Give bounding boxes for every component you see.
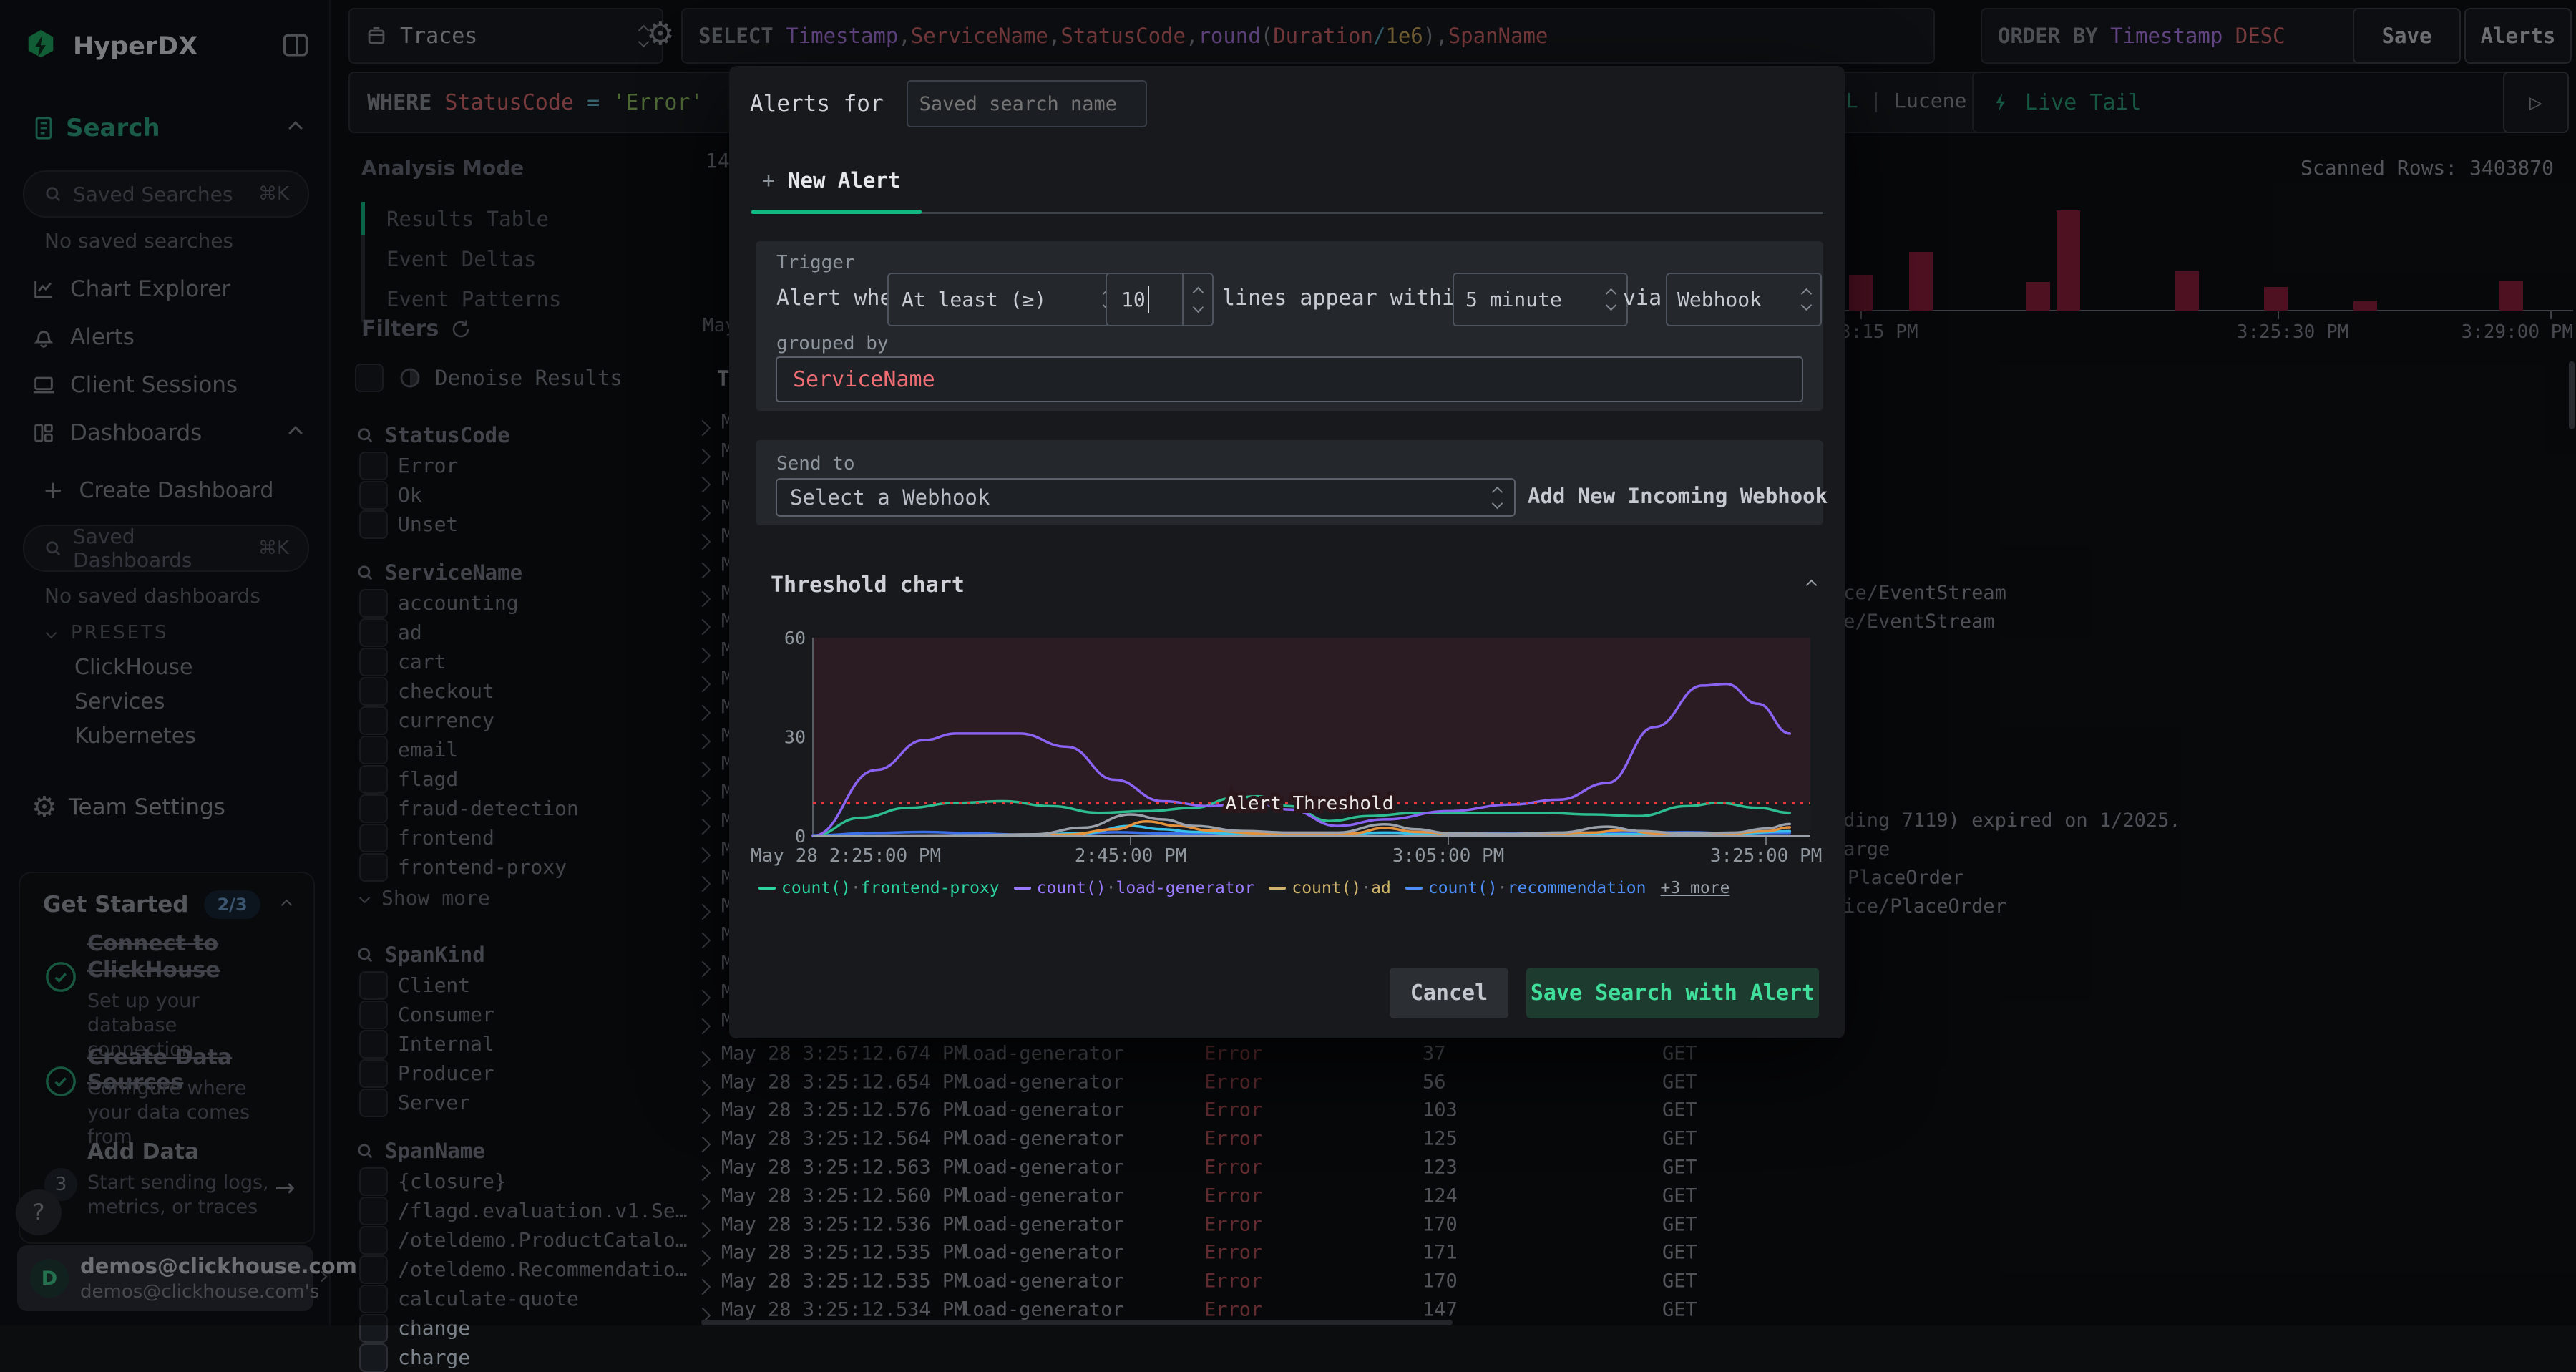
threshold-chart: 0 30 60 May 28 2:25:00 PM 2:45:00 PM 3:05:00 …	[744, 624, 1832, 875]
chevron-updown-icon	[1607, 290, 1615, 309]
svg-text:0: 0	[795, 826, 806, 847]
trigger-panel: Trigger Alert when At least (≥) 10 lines…	[756, 241, 1823, 411]
count-value: 10	[1121, 288, 1146, 311]
lines-within-label: lines appear within	[1222, 273, 1468, 323]
modal-title: Alerts for	[750, 91, 884, 117]
svg-text:3:25:00 PM: 3:25:00 PM	[1710, 845, 1823, 867]
svg-text:Alert Threshold: Alert Threshold	[1226, 793, 1394, 814]
chart-legend: count() · frontend-proxy count() · load-…	[758, 879, 1818, 897]
channel-value: Webhook	[1677, 288, 1762, 311]
svg-text:30: 30	[784, 727, 806, 748]
alert-modal: Alerts for + New Alert Trigger Alert whe…	[729, 66, 1845, 1038]
webhook-select[interactable]: Select a Webhook	[776, 478, 1516, 517]
alert-when-label: Alert when	[776, 273, 906, 323]
tab-label: New Alert	[788, 168, 900, 193]
save-search-with-alert-button[interactable]: Save Search with Alert	[1526, 968, 1819, 1018]
condition-select[interactable]: At least (≥)	[887, 273, 1126, 326]
via-label: via	[1623, 273, 1662, 323]
tab-new-alert[interactable]: + New Alert	[762, 165, 900, 196]
legend-swatch	[1269, 887, 1286, 890]
legend-item[interactable]: count() · frontend-proxy	[758, 879, 1000, 897]
number-spinner[interactable]	[1182, 274, 1212, 325]
cancel-button[interactable]: Cancel	[1390, 968, 1508, 1018]
text-cursor	[1148, 286, 1149, 313]
chevron-updown-icon	[1802, 290, 1810, 309]
grouped-by-input[interactable]: ServiceName	[776, 356, 1803, 402]
collapse-chart-icon[interactable]	[1806, 580, 1818, 591]
legend-swatch	[1014, 887, 1031, 890]
chevron-updown-icon	[1493, 488, 1501, 507]
legend-swatch	[1405, 887, 1423, 890]
legend-swatch	[758, 887, 776, 890]
send-to-panel: Send to Select a Webhook Add New Incomin…	[756, 440, 1823, 525]
svg-text:60: 60	[784, 628, 806, 648]
condition-value: At least (≥)	[902, 288, 1046, 311]
trigger-label: Trigger	[776, 252, 855, 273]
legend-more-link[interactable]: +3 more	[1661, 879, 1730, 897]
webhook-placeholder: Select a Webhook	[790, 485, 990, 510]
saved-search-name-input[interactable]	[907, 80, 1147, 127]
legend-item[interactable]: count() · ad	[1269, 879, 1391, 897]
add-webhook-button[interactable]: Add New Incoming Webhook	[1528, 478, 1828, 514]
legend-item[interactable]: count() · recommendation	[1405, 879, 1646, 897]
threshold-chart-title: Threshold chart	[771, 573, 965, 598]
spinner-down-icon[interactable]	[1192, 301, 1204, 313]
svg-text:2:45:00 PM: 2:45:00 PM	[1075, 845, 1187, 867]
legend-item[interactable]: count() · load-generator	[1014, 879, 1255, 897]
grouped-by-label: grouped by	[776, 333, 889, 354]
tab-active-indicator	[751, 210, 922, 214]
svg-text:3:05:00 PM: 3:05:00 PM	[1392, 845, 1505, 867]
window-value: 5 minute	[1465, 288, 1562, 311]
window-select[interactable]: 5 minute	[1453, 273, 1628, 326]
grouped-by-value: ServiceName	[793, 367, 935, 392]
channel-select[interactable]: Webhook	[1666, 273, 1822, 326]
checkbox[interactable]	[359, 1343, 388, 1372]
alert-count-input[interactable]: 10	[1106, 273, 1214, 326]
plus-icon: +	[762, 168, 775, 193]
send-to-label: Send to	[776, 453, 855, 475]
svg-text:May 28 2:25:00 PM: May 28 2:25:00 PM	[751, 845, 941, 867]
spinner-up-icon[interactable]	[1192, 286, 1204, 298]
filter-checkbox-row[interactable]: charge	[359, 1343, 684, 1372]
